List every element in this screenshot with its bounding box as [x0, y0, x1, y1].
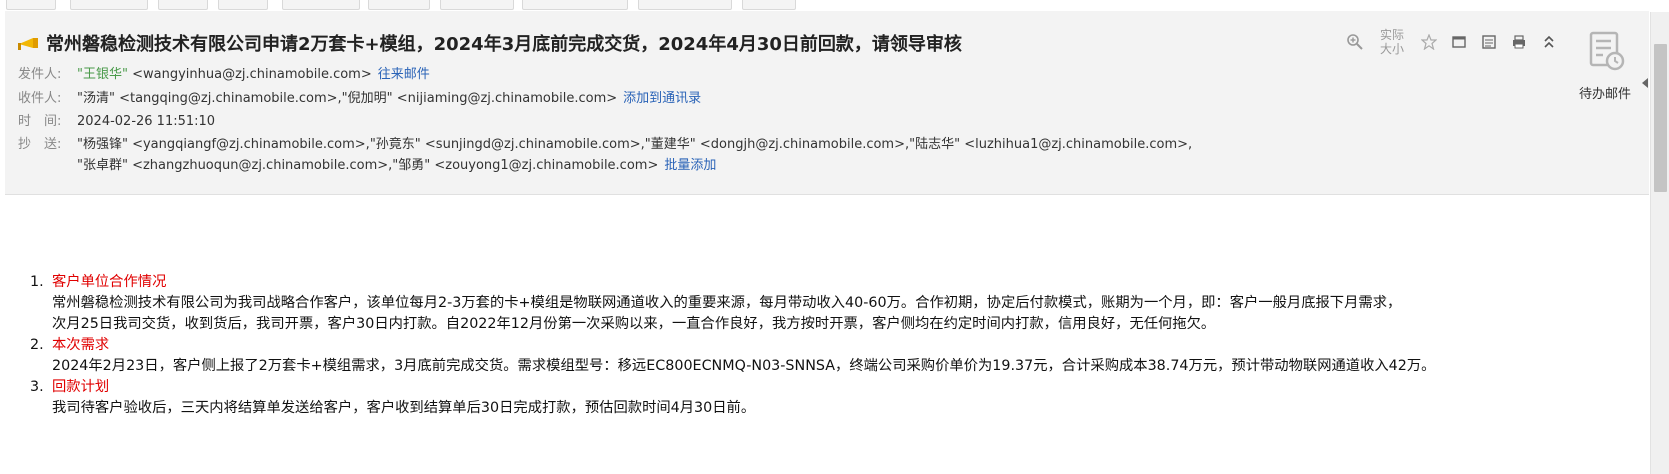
scrollbar-thumb[interactable]	[1654, 44, 1667, 192]
top-tab[interactable]	[368, 0, 430, 10]
todo-mail-button[interactable]: 待办邮件	[1560, 29, 1650, 129]
actual-size-label-1: 实际	[1379, 28, 1404, 42]
list-number: 3.	[30, 379, 44, 395]
section-heading: 客户单位合作情况	[52, 274, 167, 290]
cc-recipients-line1: "杨强锋" <yangqiangf@zj.chinamobile.com>,"孙…	[77, 137, 1193, 152]
cc-key: 抄 送:	[18, 137, 62, 152]
list-number: 2.	[30, 337, 44, 353]
list-number: 1.	[30, 274, 44, 290]
list-item: 3. 回款计划	[30, 377, 1435, 398]
sent-time: 2024-02-26 11:51:10	[77, 114, 216, 129]
paragraph-line: 2024年2月23日，客户侧上报了2万套卡+模组需求，3月底前完成交货。需求模组…	[52, 358, 1436, 374]
time-key: 时 间:	[18, 114, 62, 129]
top-tab[interactable]	[742, 0, 796, 10]
top-tab[interactable]	[638, 0, 732, 10]
top-tab[interactable]	[282, 0, 360, 10]
reader-toolbar: 实际 大小	[1345, 28, 1559, 56]
actual-size-label-2: 大小	[1379, 42, 1404, 56]
paragraph-line: 次月25日我司交货，收到货后，我司开票，客户30日内打款。自2022年12月份第…	[52, 316, 1216, 332]
email-header: 常州磐稳检测技术有限公司申请2万套卡+模组，2024年3月底前完成交货，2024…	[5, 11, 1649, 195]
side-collapse-arrow-icon[interactable]	[1642, 78, 1648, 88]
top-tab[interactable]	[158, 0, 208, 10]
from-key: 发件人:	[18, 67, 62, 82]
top-tab[interactable]	[522, 0, 628, 10]
top-tab[interactable]	[6, 0, 56, 10]
cc-row: 抄 送: "杨强锋" <yangqiangf@zj.chinamobile.com…	[18, 133, 1192, 152]
paragraph-line: 我司待客户验收后，三天内将结算单发送给客户，客户收到结算单后30日完成打款，预估…	[52, 400, 756, 416]
list-item: 1. 客户单位合作情况	[30, 272, 1435, 293]
top-tab[interactable]	[218, 0, 268, 10]
recipients: "汤清" <tangqing@zj.chinamobile.com>,"倪加明"…	[77, 91, 618, 106]
list-item: 2. 本次需求	[30, 335, 1435, 356]
todo-mail-label: 待办邮件	[1578, 87, 1631, 102]
sender-address: <wangyinhua@zj.chinamobile.com>	[127, 67, 372, 82]
actual-size-button[interactable]: 实际 大小	[1375, 28, 1409, 56]
to-row: 收件人: "汤清" <tangqing@zj.chinamobile.com>,"…	[18, 87, 701, 106]
window-icon[interactable]	[1449, 32, 1469, 52]
todo-mail-icon	[1589, 31, 1625, 71]
add-to-contacts-link[interactable]: 添加到通讯录	[623, 91, 701, 106]
cc-recipients-line2: "张卓群" <zhangzhuoqun@zj.chinamobile.com>,…	[77, 158, 659, 173]
email-subject: 常州磐稳检测技术有限公司申请2万套卡+模组，2024年3月底前完成交货，2024…	[46, 34, 962, 55]
sender-name[interactable]: "王银华"	[77, 67, 128, 82]
subject-row: 常州磐稳检测技术有限公司申请2万套卡+模组，2024年3月底前完成交货，2024…	[18, 28, 962, 58]
top-tab[interactable]	[70, 0, 148, 10]
print-preview-icon[interactable]	[1479, 32, 1499, 52]
flag-icon	[18, 38, 38, 50]
vertical-scrollbar[interactable]	[1650, 12, 1669, 474]
section-heading: 本次需求	[52, 337, 110, 353]
top-tab[interactable]	[440, 0, 514, 10]
paragraph-line: 常州磐稳检测技术有限公司为我司战略合作客户，该单位每月2-3万套的卡+模组是物联…	[52, 295, 1402, 311]
collapse-up-icon[interactable]	[1539, 32, 1559, 52]
top-tab-strip	[0, 0, 1650, 11]
time-row: 时 间: 2024-02-26 11:51:10	[18, 110, 215, 129]
star-icon[interactable]	[1419, 32, 1439, 52]
zoom-in-icon[interactable]	[1345, 32, 1365, 52]
email-body: 1. 客户单位合作情况 常州磐稳检测技术有限公司为我司战略合作客户，该单位每月2…	[30, 272, 1435, 419]
print-icon[interactable]	[1509, 32, 1529, 52]
cc-row-2: "张卓群" <zhangzhuoqun@zj.chinamobile.com>,…	[77, 154, 716, 173]
batch-add-link[interactable]: 批量添加	[664, 158, 716, 173]
history-mail-link[interactable]: 往来邮件	[378, 67, 430, 82]
to-key: 收件人:	[18, 91, 62, 106]
section-heading: 回款计划	[52, 379, 110, 395]
from-row: 发件人: "王银华" <wangyinhua@zj.chinamobile.com…	[18, 63, 430, 82]
